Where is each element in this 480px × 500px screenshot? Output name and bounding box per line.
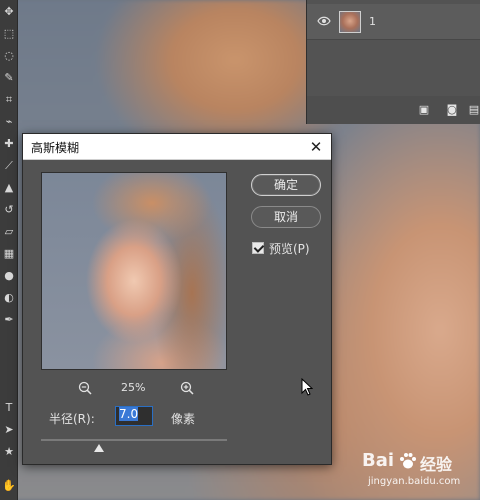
path-select-icon[interactable]: ➤ xyxy=(1,422,17,438)
healing-icon[interactable]: ✚ xyxy=(1,136,17,152)
radius-input[interactable]: 7.0 xyxy=(115,406,153,426)
stamp-icon[interactable]: ▲ xyxy=(1,180,17,196)
lasso-icon[interactable]: ◌ xyxy=(1,48,17,64)
crop-icon[interactable]: ⌗ xyxy=(1,92,17,108)
ok-button[interactable]: 确定 xyxy=(251,174,321,196)
blur-icon[interactable]: ● xyxy=(1,268,17,284)
layer-name: 1 xyxy=(369,15,376,28)
close-button[interactable]: ✕ xyxy=(305,136,327,158)
zoom-in-icon[interactable] xyxy=(179,380,195,396)
hand-icon[interactable]: ✋ xyxy=(1,478,17,494)
move-icon[interactable]: ✥ xyxy=(1,4,17,20)
radius-value: 7.0 xyxy=(119,407,139,421)
layer-thumbnail xyxy=(339,11,361,33)
type-icon[interactable]: T xyxy=(1,400,17,416)
zoom-controls: 25% xyxy=(41,380,227,396)
radius-slider-track[interactable] xyxy=(41,439,227,441)
brush-icon[interactable]: ⟋ xyxy=(1,158,17,174)
preview-checkbox-label[interactable]: 预览(P) xyxy=(269,240,310,257)
eyedropper-icon[interactable]: ⌁ xyxy=(1,114,17,130)
new-layer-icon[interactable]: ◙ xyxy=(445,103,459,117)
layers-footer: ▣ ◙ ▤ xyxy=(307,96,480,124)
visibility-icon[interactable] xyxy=(317,14,331,28)
gradient-icon[interactable]: ▦ xyxy=(1,246,17,262)
cancel-button[interactable]: 取消 xyxy=(251,206,321,228)
radius-label: 半径(R): xyxy=(49,412,95,426)
watermark-brand-cn: 经验 xyxy=(420,455,453,474)
adjustment-layer-icon[interactable]: ▣ xyxy=(417,103,431,117)
layers-panel: 1 ▣ ◙ ▤ xyxy=(306,0,480,124)
watermark-url: jingyan.baidu.com xyxy=(368,476,461,487)
layer-row[interactable]: 1 xyxy=(307,4,480,40)
blur-preview-image[interactable] xyxy=(41,172,227,370)
baidu-jingyan-watermark: Bai 经验 jingyan.baidu.com xyxy=(362,450,472,494)
shape-icon[interactable]: ★ xyxy=(1,444,17,460)
dialog-title: 高斯模糊 xyxy=(31,141,80,155)
zoom-out-icon[interactable] xyxy=(77,380,93,396)
quick-select-icon[interactable]: ✎ xyxy=(1,70,17,86)
paw-logo-icon xyxy=(400,453,416,469)
tools-panel: ✥ ⬚ ◌ ✎ ⌗ ⌁ ✚ ⟋ ▲ ↺ ▱ ▦ ● ◐ ✒ T ➤ ★ ✋ xyxy=(0,0,18,500)
delete-layer-icon[interactable]: ▤ xyxy=(467,103,480,117)
gaussian-blur-dialog: 高斯模糊 ✕ 25% 半径(R): 7.0 像素 确定 取消 预览(P) xyxy=(22,133,332,465)
watermark-brand: Bai xyxy=(362,450,395,471)
marquee-icon[interactable]: ⬚ xyxy=(1,26,17,42)
preview-checkbox[interactable] xyxy=(252,242,264,254)
dodge-icon[interactable]: ◐ xyxy=(1,290,17,306)
radius-slider-thumb[interactable] xyxy=(93,444,104,452)
pen-icon[interactable]: ✒ xyxy=(1,312,17,328)
history-brush-icon[interactable]: ↺ xyxy=(1,202,17,218)
zoom-level: 25% xyxy=(121,381,146,394)
mouse-cursor-icon xyxy=(301,378,313,396)
radius-unit-label: 像素 xyxy=(171,412,196,426)
dialog-titlebar[interactable]: 高斯模糊 ✕ xyxy=(23,134,331,160)
eraser-icon[interactable]: ▱ xyxy=(1,224,17,240)
